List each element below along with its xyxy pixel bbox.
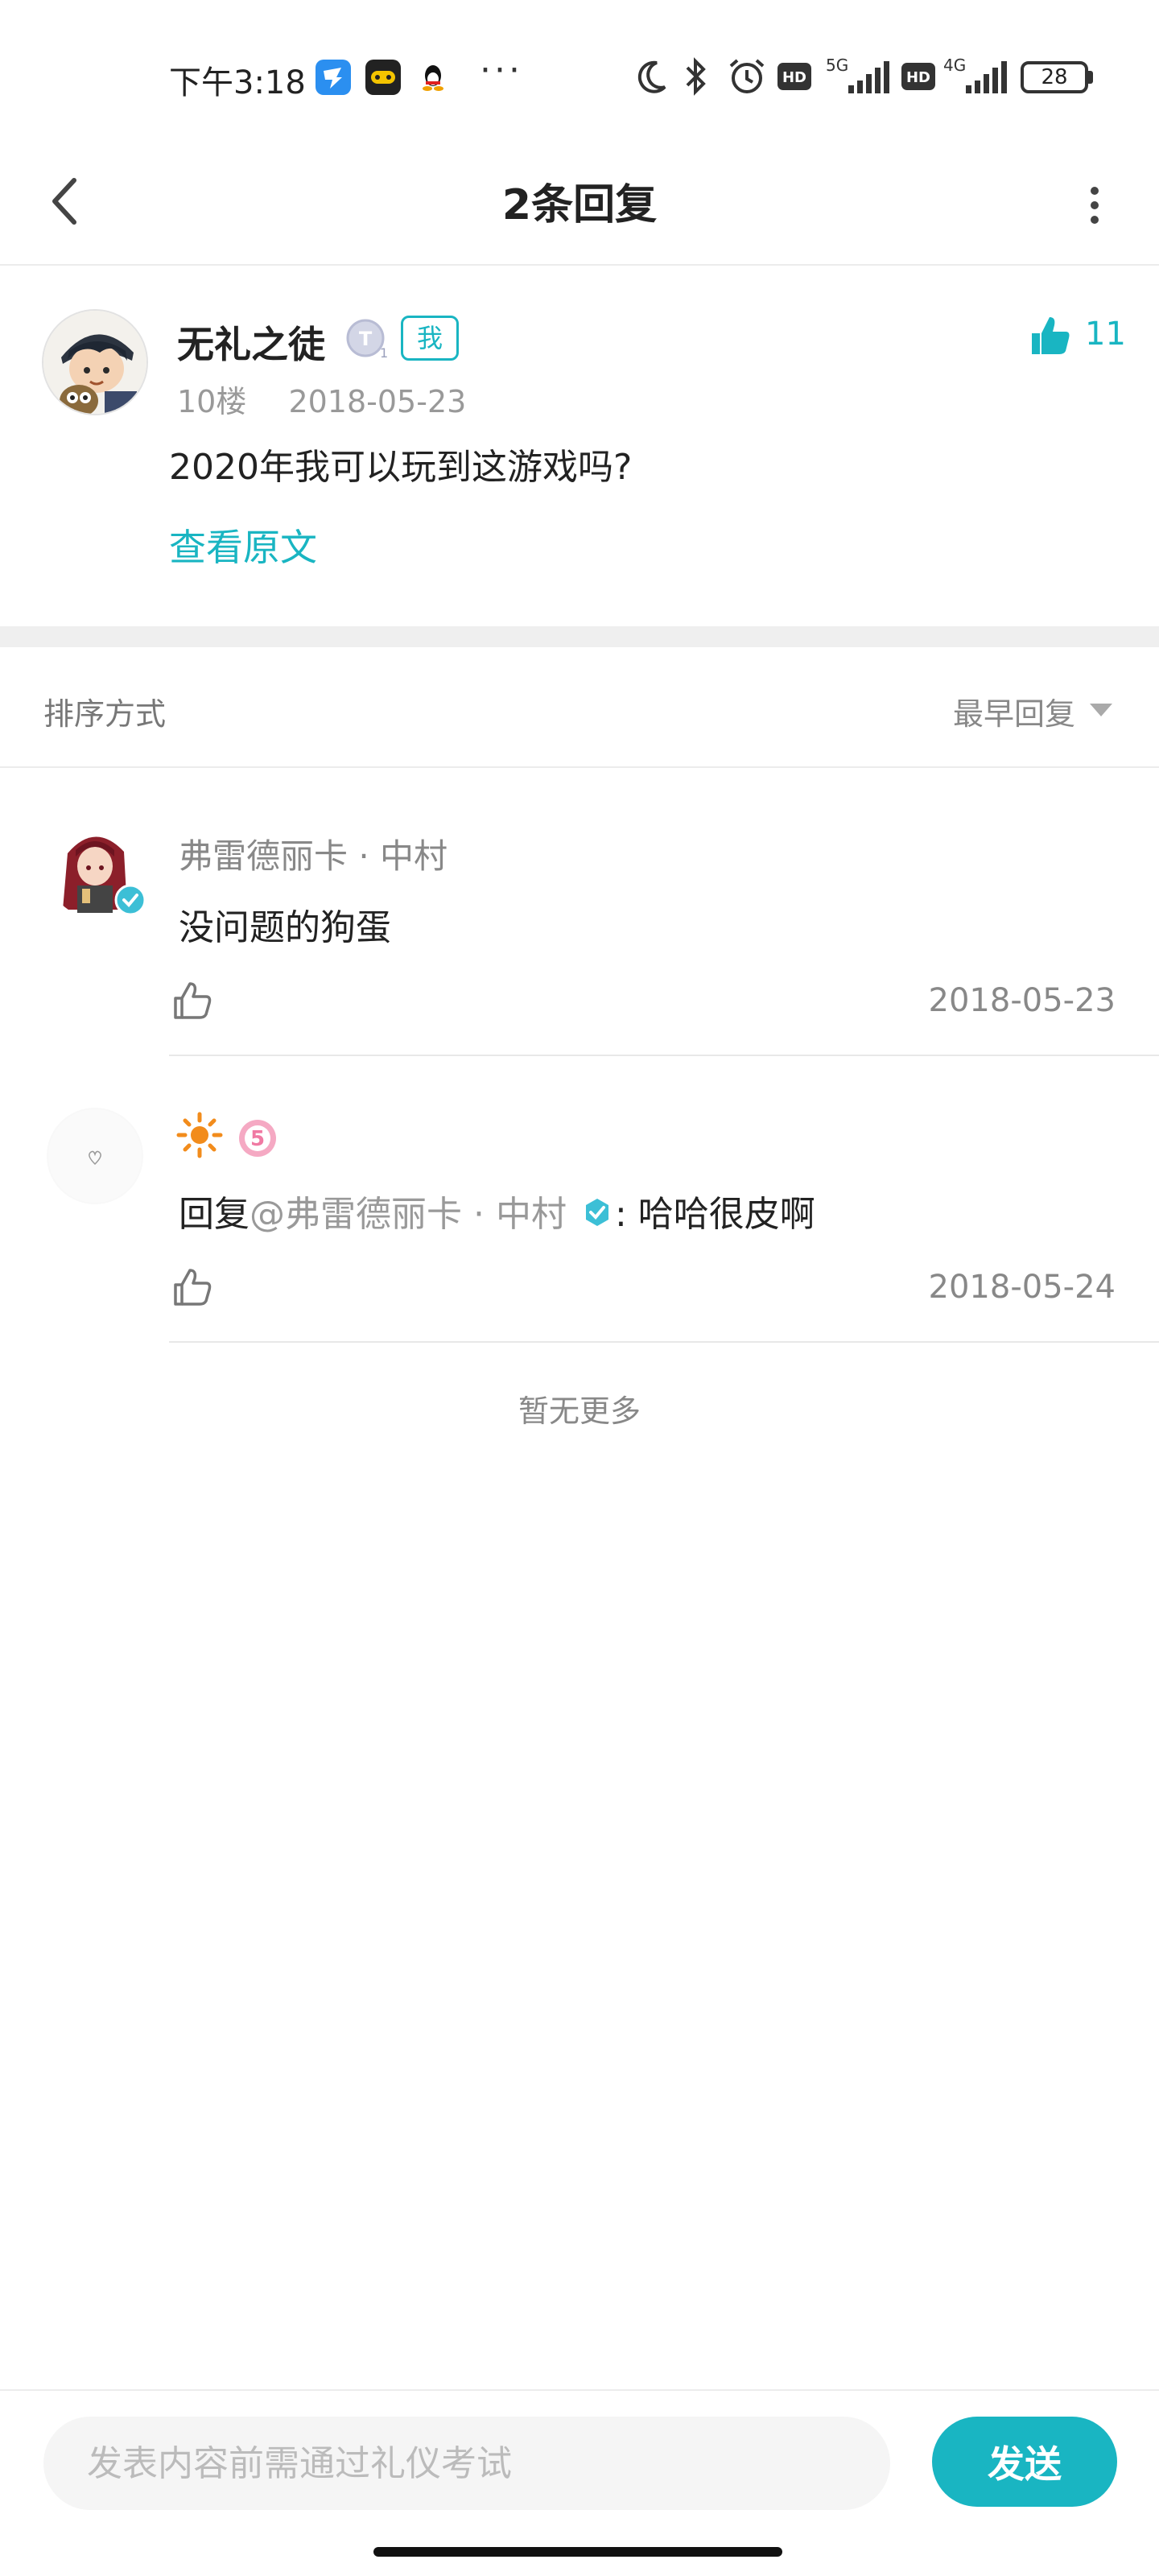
vertical-dots-icon: [1091, 187, 1099, 224]
sun-icon: [175, 1111, 224, 1162]
avatar[interactable]: [42, 309, 148, 415]
post-floor: 10楼: [177, 384, 247, 419]
more-notifications-icon: ···: [480, 50, 523, 91]
home-indicator[interactable]: [373, 2547, 782, 2557]
send-button[interactable]: 发送: [932, 2417, 1117, 2507]
post-meta: 10楼 2018-05-23: [177, 377, 466, 421]
post-like-count: 11: [1085, 316, 1126, 353]
reply-mention-link[interactable]: @弗雷德丽卡 · 中村: [250, 1194, 567, 1235]
avatar[interactable]: [47, 1108, 143, 1204]
thumbs-up-icon[interactable]: [1027, 312, 1074, 359]
reply-author-name[interactable]: 弗雷德丽卡 · 中村: [179, 829, 448, 878]
verified-icon: [114, 884, 146, 916]
reply-date: 2018-05-24: [928, 1269, 1116, 1306]
bluetooth-icon: [681, 56, 710, 97]
status-time: 下午3:18: [169, 64, 306, 101]
more-options-button[interactable]: [1062, 161, 1127, 250]
reply-date: 2018-05-23: [928, 982, 1116, 1019]
svg-text:5: 5: [250, 1127, 265, 1151]
no-more-label: 暂无更多: [518, 1393, 641, 1429]
network-4g-label: 4G: [943, 56, 966, 75]
reply-input-bar: 发送: [0, 2389, 1159, 2529]
svg-text:HD: HD: [782, 69, 806, 86]
hd-icon-2: HD: [901, 63, 935, 103]
section-divider: [0, 626, 1159, 647]
moon-icon: [633, 56, 671, 97]
svg-text:T: T: [359, 328, 373, 350]
back-arrow-icon: [52, 178, 76, 225]
hd-icon: HD: [777, 63, 811, 103]
alarm-icon: [726, 56, 768, 97]
thumbs-up-outline-icon[interactable]: [171, 1265, 214, 1309]
gamepad-icon: [365, 60, 401, 95]
svg-text:1: 1: [380, 345, 388, 361]
reply-message: : 哈哈很皮啊: [614, 1194, 815, 1235]
status-bar: 下午3:18 ··· HD 5G HD 4G 28: [0, 0, 1159, 145]
signal-4g-icon: 4G: [942, 56, 1009, 97]
view-original-link[interactable]: 查看原文: [169, 518, 317, 572]
back-button[interactable]: [32, 161, 97, 242]
reply-input[interactable]: [43, 2417, 890, 2510]
post-date: 2018-05-23: [288, 384, 467, 419]
signal-5g-icon: 5G: [824, 56, 892, 97]
reply-item: 5 回复@弗雷德丽卡 · 中村 : 哈哈很皮啊 2018-05-24: [0, 1056, 1159, 1343]
title-bar: 2条回复: [0, 145, 1159, 266]
svg-text:HD: HD: [906, 69, 930, 86]
sort-bar: 排序方式 最早回复: [0, 647, 1159, 768]
post-content: 2020年我可以玩到这游戏吗?: [169, 447, 633, 488]
reply-item: 弗雷德丽卡 · 中村 没问题的狗蛋 2018-05-23: [0, 770, 1159, 1056]
thumbs-up-outline-icon[interactable]: [171, 979, 214, 1022]
battery-indicator: 28: [1021, 61, 1088, 93]
qq-icon: [415, 60, 451, 95]
original-post: 无礼之徒 T 1 我 11 10楼 2018-05-23 2020年我可以玩到这…: [0, 267, 1159, 626]
dingtalk-icon: [316, 60, 351, 95]
page-title: 2条回复: [501, 181, 658, 229]
sort-dropdown[interactable]: 最早回复: [953, 689, 1075, 733]
battery-tip: [1088, 71, 1093, 84]
post-author-name[interactable]: 无礼之徒: [177, 316, 325, 369]
sort-label: 排序方式: [43, 696, 167, 732]
level-5-badge-icon: 5: [237, 1117, 278, 1162]
network-5g-label: 5G: [826, 56, 848, 75]
reply-content: 没问题的狗蛋: [179, 907, 391, 948]
caret-down-icon[interactable]: [1090, 704, 1112, 716]
reply-prefix: 回复: [179, 1194, 250, 1235]
verified-icon: [581, 1196, 613, 1237]
me-tag: 我: [401, 316, 459, 361]
level-badge-icon: T 1: [344, 317, 390, 362]
reply-content: 回复@弗雷德丽卡 · 中村 : 哈哈很皮啊: [179, 1185, 815, 1237]
divider: [169, 1341, 1159, 1343]
